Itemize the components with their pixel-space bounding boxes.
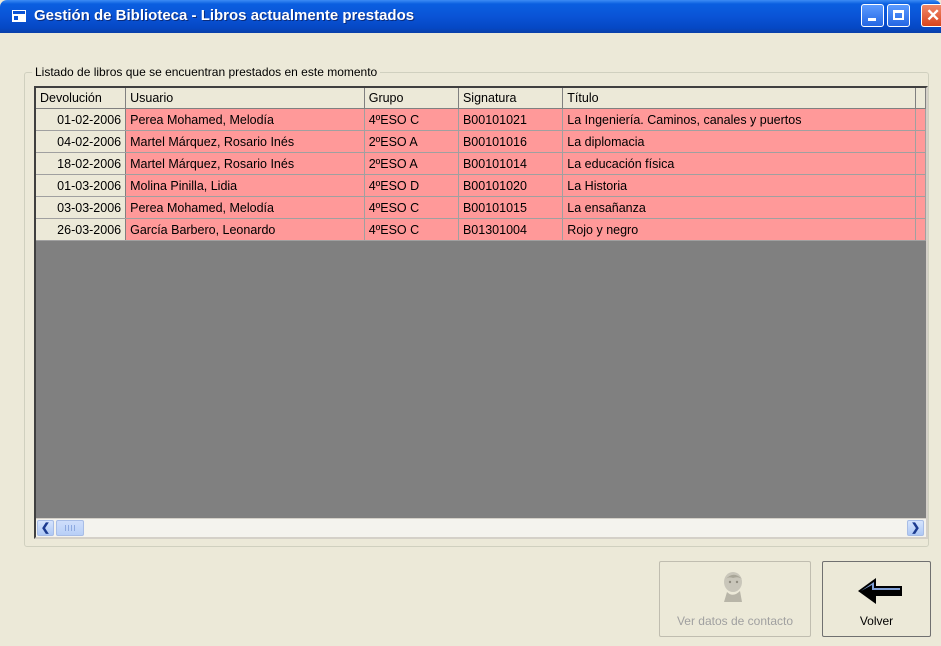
- contact-button-label: Ver datos de contacto: [676, 614, 794, 628]
- cell-signatura[interactable]: B00101021: [458, 108, 564, 131]
- column-header-grupo[interactable]: Grupo: [364, 88, 459, 109]
- cell-overflow: [915, 108, 926, 131]
- cell-overflow: [915, 152, 926, 175]
- window-app-icon: [12, 10, 26, 22]
- table-row[interactable]: 04-02-2006 Martel Márquez, Rosario Inés …: [36, 130, 926, 153]
- cell-devolucion[interactable]: 04-02-2006: [36, 130, 127, 153]
- scroll-left-button[interactable]: ❮: [37, 520, 54, 536]
- cell-signatura[interactable]: B00101020: [458, 174, 564, 197]
- cell-overflow: [915, 174, 926, 197]
- column-header-usuario[interactable]: Usuario: [125, 88, 365, 109]
- cell-devolucion[interactable]: 01-02-2006: [36, 108, 127, 131]
- cell-overflow: [915, 196, 926, 219]
- loans-grid[interactable]: Devolución Usuario Grupo Signatura Títul…: [34, 86, 928, 539]
- arrow-left-icon: [858, 578, 902, 604]
- table-row[interactable]: 03-03-2006 Perea Mohamed, Melodía 4ºESO …: [36, 196, 926, 219]
- scroll-thumb[interactable]: [56, 520, 84, 536]
- maximize-icon: [893, 10, 904, 20]
- cell-grupo[interactable]: 4ºESO C: [364, 218, 459, 241]
- cell-usuario[interactable]: Martel Márquez, Rosario Inés: [125, 130, 365, 153]
- cell-signatura[interactable]: B01301004: [458, 218, 564, 241]
- title-bar[interactable]: Gestión de Biblioteca - Libros actualmen…: [0, 0, 941, 33]
- groupbox-label: Listado de libros que se encuentran pres…: [32, 65, 381, 79]
- main-window: Gestión de Biblioteca - Libros actualmen…: [0, 0, 941, 646]
- cell-titulo[interactable]: La educación física: [562, 152, 916, 175]
- column-header-overflow: [915, 88, 926, 109]
- header-row: Devolución Usuario Grupo Signatura Títul…: [36, 88, 926, 109]
- chevron-right-icon: ❯: [910, 522, 921, 534]
- grip-icon: [65, 525, 75, 531]
- cell-titulo[interactable]: Rojo y negro: [562, 218, 916, 241]
- close-icon: ✕: [926, 6, 941, 25]
- cell-titulo[interactable]: La diplomacia: [562, 130, 916, 153]
- column-header-titulo[interactable]: Título: [562, 88, 916, 109]
- cell-signatura[interactable]: B00101014: [458, 152, 564, 175]
- cell-usuario[interactable]: García Barbero, Leonardo: [125, 218, 365, 241]
- cell-usuario[interactable]: Perea Mohamed, Melodía: [125, 196, 365, 219]
- cell-usuario[interactable]: Martel Márquez, Rosario Inés: [125, 152, 365, 175]
- back-button[interactable]: Volver: [822, 561, 931, 637]
- cell-grupo[interactable]: 4ºESO C: [364, 108, 459, 131]
- chevron-left-icon: ❮: [40, 522, 51, 534]
- table-row[interactable]: 01-03-2006 Molina Pinilla, Lidia 4ºESO D…: [36, 174, 926, 197]
- cell-overflow: [915, 130, 926, 153]
- cell-titulo[interactable]: La ensañanza: [562, 196, 916, 219]
- loans-table: Devolución Usuario Grupo Signatura Títul…: [36, 88, 926, 241]
- minimize-icon: [868, 18, 876, 21]
- cell-signatura[interactable]: B00101016: [458, 130, 564, 153]
- cell-usuario[interactable]: Molina Pinilla, Lidia: [125, 174, 365, 197]
- cell-grupo[interactable]: 2ºESO A: [364, 152, 459, 175]
- cell-grupo[interactable]: 2ºESO A: [364, 130, 459, 153]
- contact-details-button[interactable]: Ver datos de contacto: [659, 561, 811, 637]
- cell-titulo[interactable]: La Historia: [562, 174, 916, 197]
- maximize-button[interactable]: [887, 4, 910, 27]
- table-row[interactable]: 01-02-2006 Perea Mohamed, Melodía 4ºESO …: [36, 108, 926, 131]
- minimize-button[interactable]: [861, 4, 884, 27]
- back-button-label: Volver: [859, 614, 894, 628]
- column-header-signatura[interactable]: Signatura: [458, 88, 564, 109]
- cell-usuario[interactable]: Perea Mohamed, Melodía: [125, 108, 365, 131]
- cell-devolucion[interactable]: 01-03-2006: [36, 174, 127, 197]
- close-button[interactable]: ✕: [921, 4, 941, 27]
- cell-grupo[interactable]: 4ºESO D: [364, 174, 459, 197]
- cell-devolucion[interactable]: 26-03-2006: [36, 218, 127, 241]
- window-title: Gestión de Biblioteca - Libros actualmen…: [34, 7, 415, 24]
- cell-overflow: [915, 218, 926, 241]
- cell-signatura[interactable]: B00101015: [458, 196, 564, 219]
- cell-devolucion[interactable]: 18-02-2006: [36, 152, 127, 175]
- cell-titulo[interactable]: La Ingeniería. Caminos, canales y puerto…: [562, 108, 916, 131]
- scroll-right-button[interactable]: ❯: [907, 520, 924, 536]
- table-row[interactable]: 18-02-2006 Martel Márquez, Rosario Inés …: [36, 152, 926, 175]
- horizontal-scrollbar[interactable]: ❮ ❯: [36, 518, 926, 537]
- table-row[interactable]: 26-03-2006 García Barbero, Leonardo 4ºES…: [36, 218, 926, 241]
- person-icon: [724, 572, 742, 602]
- cell-grupo[interactable]: 4ºESO C: [364, 196, 459, 219]
- column-header-devolucion[interactable]: Devolución: [36, 88, 127, 109]
- cell-devolucion[interactable]: 03-03-2006: [36, 196, 127, 219]
